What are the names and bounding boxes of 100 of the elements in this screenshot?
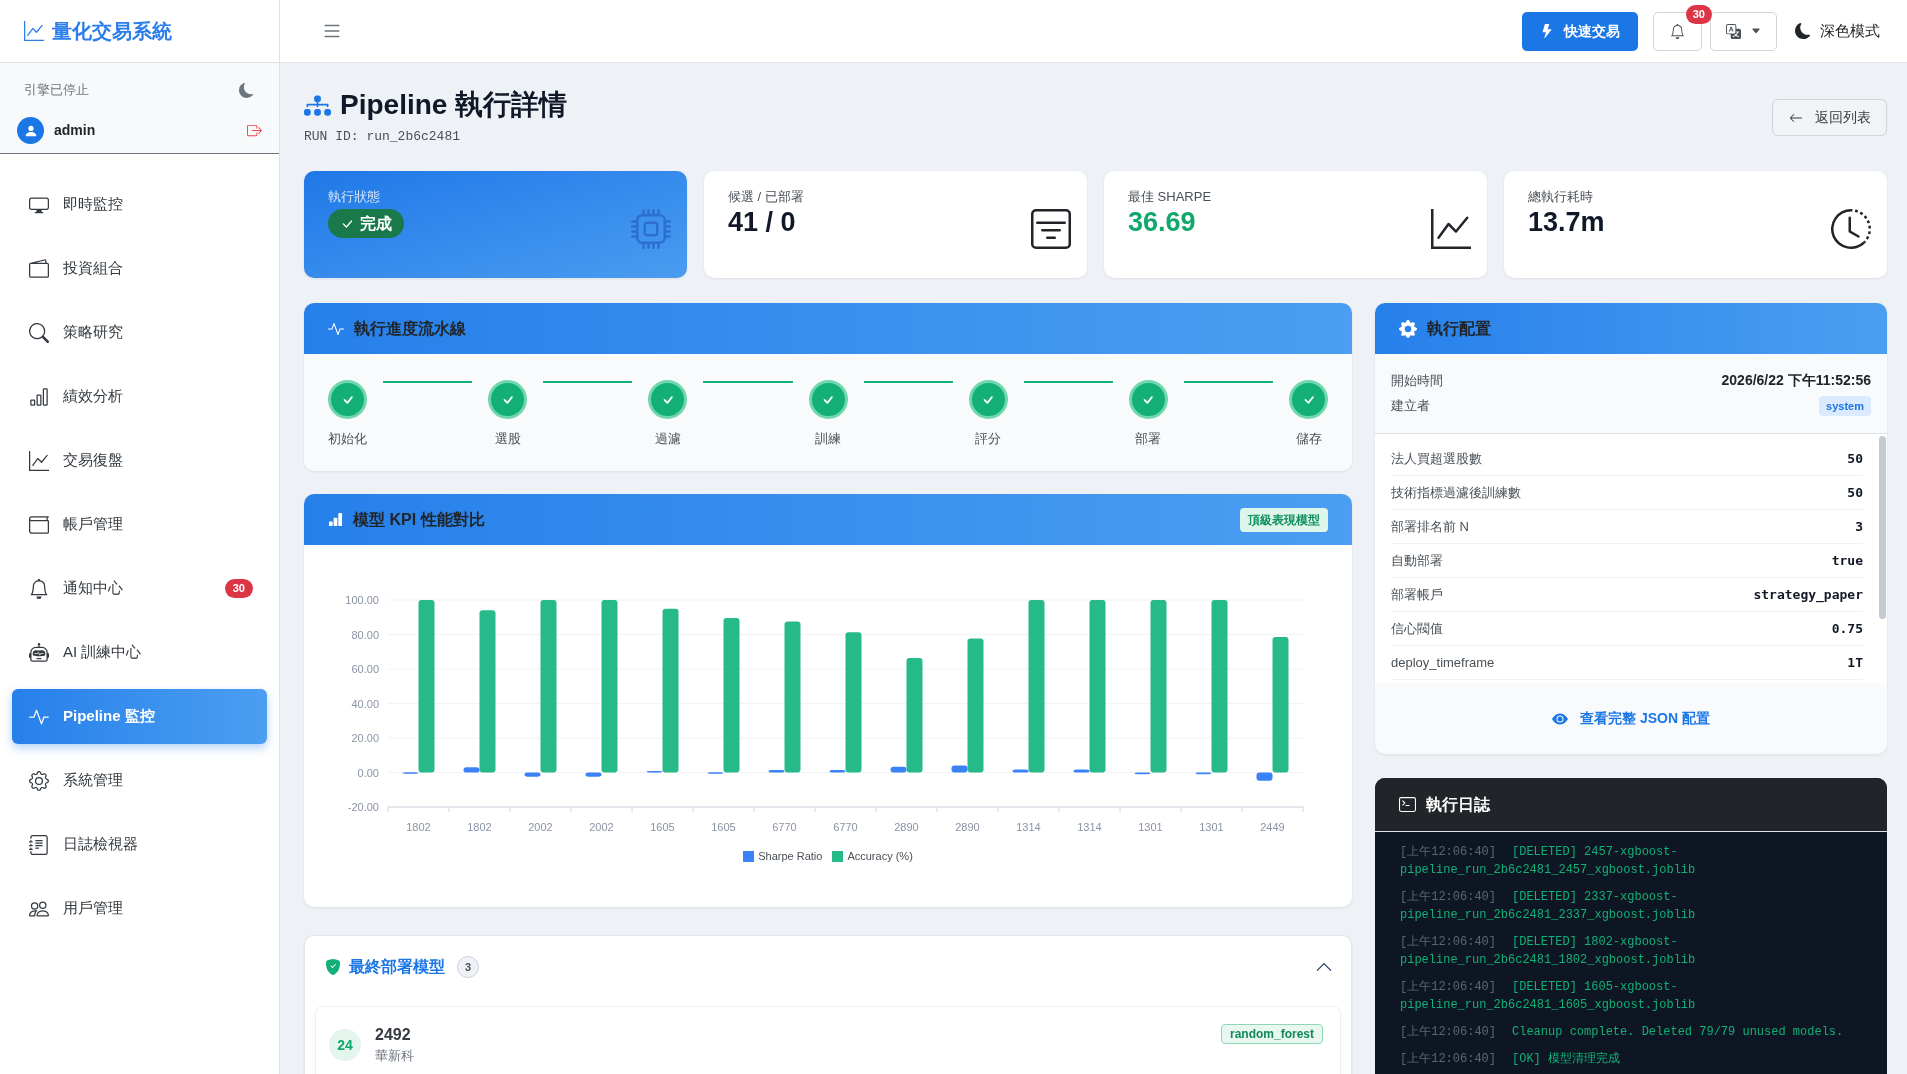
stat-label: 執行狀態: [328, 188, 381, 206]
brand-name: 量化交易系統: [52, 19, 172, 44]
stat-value: 36.69: [1128, 206, 1197, 238]
lightning-icon: [1540, 24, 1554, 38]
chip-icon: [631, 209, 671, 249]
language-button[interactable]: [1710, 11, 1777, 51]
wallet-icon: [29, 258, 49, 279]
engine-status: 引擎已停止: [24, 81, 89, 100]
nav-item[interactable]: AI 訓練中心: [12, 625, 267, 680]
nav-item[interactable]: 帳戶管理: [12, 497, 267, 552]
axis-label: 1314: [1016, 821, 1041, 833]
param-label: deploy_timeframe: [1391, 653, 1495, 672]
axis-label: 1605: [711, 821, 736, 833]
log-line: [上午12:06:40] Cleanup complete. Deleted 79/79 unused models.: [1400, 1024, 1845, 1041]
view-json-link[interactable]: 查看完整 JSON 配置: [1552, 708, 1710, 729]
quick-trade-button[interactable]: 快速交易: [1522, 11, 1638, 51]
stat-value: 41 / 0: [728, 206, 797, 238]
shield-check-icon: [325, 959, 341, 975]
model-type-tag: random_forest: [1220, 1024, 1323, 1044]
axis-label: 2890: [894, 821, 919, 833]
stat-label: 總執行耗時: [1528, 188, 1594, 206]
nav-item[interactable]: 績效分析: [12, 369, 267, 424]
stage-label: 儲存: [1295, 430, 1322, 448]
legend-label: Accuracy (%): [847, 849, 913, 864]
stat-value: 13.7m: [1528, 206, 1605, 238]
axis-label: 0.00: [357, 766, 379, 779]
log-line: [上午12:06:40] [DELETED] 1605-xgboost-pipeline_run_2b6c2481_1605_xgboost.joblib: [1400, 979, 1697, 1014]
nav-item[interactable]: 通知中心 30: [12, 561, 267, 616]
log-line: [上午12:06:40] [DELETED] 2457-xgboost-pipeline_run_2b6c2481_2457_xgboost.joblib: [1400, 844, 1697, 879]
card-title: 模型 KPI 性能對比: [353, 509, 485, 530]
field-label: 開始時間: [1391, 371, 1443, 390]
param-label: 信心閥值: [1391, 619, 1443, 638]
count-badge: 3: [457, 956, 479, 978]
field-value: 2026/6/22 下午11:52:56: [1721, 371, 1871, 390]
param-label: 法人買超選股數: [1391, 449, 1482, 468]
nav-item[interactable]: 投資組合: [12, 241, 267, 296]
legend-label: Sharpe Ratio: [758, 849, 823, 864]
rank-badge: 24: [329, 1029, 361, 1061]
axis-label: 1301: [1199, 821, 1224, 833]
param-value: 0.75: [1831, 619, 1863, 638]
line-chart-icon: [1431, 209, 1471, 249]
page-title: Pipeline 執行詳情: [340, 88, 568, 122]
bar-chart-icon: [328, 512, 343, 527]
theme-toggle[interactable]: 深色模式: [1795, 19, 1880, 43]
axis-label: 100.00: [345, 594, 379, 606]
param-value: 3: [1855, 517, 1863, 536]
logout-icon[interactable]: [247, 123, 262, 138]
axis-label: -20.00: [347, 801, 379, 813]
log-line: [上午12:06:40] [DELETED] 1802-xgboost-pipeline_run_2b6c2481_1802_xgboost.joblib: [1400, 934, 1697, 969]
axis-label: 60.00: [351, 663, 379, 675]
wallet-icon: [29, 514, 49, 535]
axis-label: 1605: [650, 821, 675, 833]
moon-icon: [1795, 23, 1811, 39]
top-model-badge: 頂級表現模型: [1240, 507, 1328, 532]
translate-icon: [1726, 23, 1741, 39]
stat-label: 候選 / 已部署: [728, 188, 804, 206]
stage-label: 初始化: [328, 430, 367, 448]
creator-tag: system: [1819, 395, 1871, 416]
param-value: 50: [1847, 483, 1863, 502]
bell-icon: [1670, 23, 1685, 39]
nav-item[interactable]: 系統管理: [12, 753, 267, 808]
scrollbar-thumb[interactable]: [1879, 436, 1886, 619]
bell-icon: [29, 578, 49, 599]
nav-item[interactable]: 用戶管理: [12, 881, 267, 936]
username: admin: [54, 121, 97, 140]
axis-label: 80.00: [351, 628, 379, 641]
nav-item[interactable]: 交易復盤: [12, 433, 267, 488]
param-value: 1T: [1847, 653, 1863, 672]
axis-label: 6770: [772, 821, 797, 833]
axis-label: 40.00: [351, 697, 379, 710]
card-title: 執行進度流水線: [354, 318, 466, 339]
nav-item[interactable]: 即時監控: [12, 177, 267, 232]
avatar-icon: [17, 117, 44, 144]
bar-chart-icon: [29, 386, 49, 407]
axis-label: 1802: [406, 821, 431, 833]
nav-item[interactable]: 日誌檢視器: [12, 817, 267, 872]
log-line: [上午12:06:40] [OK] 模型清理完成: [1400, 1051, 1622, 1068]
axis-label: 2890: [955, 821, 980, 833]
stock-code: 2492: [375, 1025, 412, 1045]
stage-label: 過濾: [654, 430, 681, 448]
search-icon: [29, 322, 49, 343]
pulse-icon: [328, 320, 344, 337]
param-label: 技術指標過濾後訓練數: [1391, 483, 1521, 502]
axis-label: 1802: [467, 821, 492, 833]
caret-icon: [1751, 26, 1761, 36]
moon-icon[interactable]: [239, 82, 254, 98]
param-label: 部署排名前 N: [1391, 517, 1469, 536]
card-title: 執行日誌: [1426, 794, 1490, 815]
nav-item[interactable]: 策略研究: [12, 305, 267, 360]
field-label: 建立者: [1391, 396, 1430, 415]
stage-label: 選股: [494, 430, 521, 448]
axis-label: 20.00: [351, 732, 379, 744]
status-text: 完成: [360, 213, 392, 234]
section-title: 最終部署模型: [349, 957, 445, 977]
stage-label: 訓練: [815, 430, 841, 448]
run-id: RUN ID: run_2b6c2481: [304, 128, 462, 146]
back-button[interactable]: 返回列表: [1772, 99, 1887, 136]
param-value: 50: [1847, 449, 1863, 468]
axis-label: 2002: [528, 821, 553, 833]
axis-label: 6770: [833, 821, 858, 833]
